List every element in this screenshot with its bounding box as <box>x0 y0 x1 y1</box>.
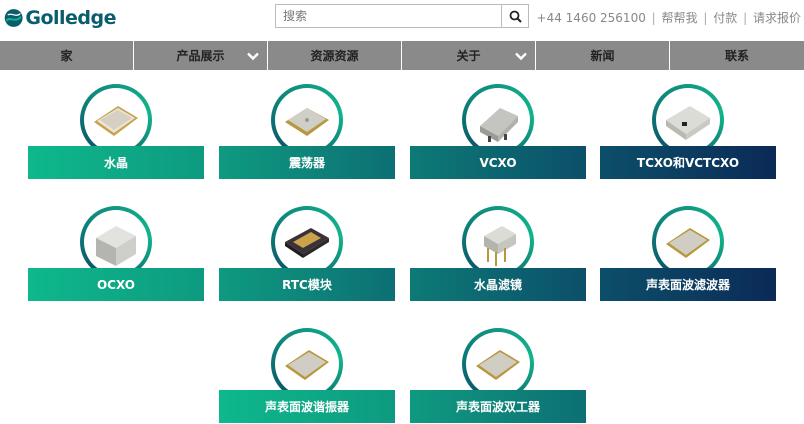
header: Golledge +44 1460 256100 | 帮帮我 | 付款 | 请求… <box>0 0 804 40</box>
rtc-module-icon <box>285 228 329 258</box>
product-label: 水晶滤镜 <box>410 268 586 301</box>
chevron-down-icon[interactable] <box>247 50 259 62</box>
separator: | <box>651 11 656 25</box>
product-tile-crystal-filter[interactable]: 水晶滤镜 <box>410 206 586 316</box>
product-tile-tcxo[interactable]: TCXO和VCTCXO <box>600 84 776 194</box>
oscillator-icon <box>285 108 329 136</box>
nav-item-label: 资源资源 <box>310 49 359 63</box>
logo-mark-icon <box>4 9 23 27</box>
product-tile-rtc-module[interactable]: RTC模块 <box>219 206 395 316</box>
quote-link[interactable]: 请求报价 <box>753 11 801 25</box>
product-tile-saw-filter[interactable]: 声表面波滤波器 <box>600 206 776 316</box>
ocxo-icon <box>96 226 136 266</box>
chevron-down-icon[interactable] <box>515 50 527 62</box>
smd-crystal-icon <box>94 106 138 136</box>
saw-duplexer-icon <box>476 350 520 380</box>
search-box <box>275 4 529 28</box>
crystal-filter-icon <box>484 226 516 266</box>
nav-item-label: 新闻 <box>590 49 615 63</box>
separator: | <box>743 11 748 25</box>
logo-text: Golledge <box>25 7 116 29</box>
product-label: RTC模块 <box>219 268 395 301</box>
saw-resonator-icon <box>285 350 329 380</box>
nav-item-about[interactable]: 关于 <box>402 41 536 70</box>
nav-item-products[interactable]: 产品展示 <box>134 41 268 70</box>
product-label: 水晶 <box>28 146 204 179</box>
search-button[interactable] <box>501 4 529 28</box>
tcxo-icon <box>666 106 710 140</box>
product-tile-saw-resonator[interactable]: 声表面波谐振器 <box>219 328 395 424</box>
nav-item-resources[interactable]: 资源资源 <box>268 41 402 70</box>
pay-link[interactable]: 付款 <box>713 11 737 25</box>
product-tile-saw-duplexer[interactable]: 声表面波双工器 <box>410 328 586 424</box>
product-label: 声表面波双工器 <box>410 390 586 423</box>
nav-item-label: 联系 <box>724 49 749 63</box>
nav-item-contact[interactable]: 联系 <box>670 41 804 70</box>
product-label: VCXO <box>410 146 586 179</box>
nav-item-news[interactable]: 新闻 <box>536 41 670 70</box>
product-label: TCXO和VCTCXO <box>600 146 776 179</box>
product-label: OCXO <box>28 268 204 301</box>
product-tile-vcxo[interactable]: VCXO <box>410 84 586 194</box>
help-link[interactable]: 帮帮我 <box>662 11 698 25</box>
nav-item-label: 产品展示 <box>176 49 225 63</box>
product-tile-oscillators[interactable]: 震荡器 <box>219 84 395 194</box>
search-icon <box>509 10 522 23</box>
vcxo-icon <box>480 108 518 142</box>
nav-item-home[interactable]: 家 <box>0 41 134 70</box>
search-input[interactable] <box>275 4 501 28</box>
saw-filter-icon <box>666 228 710 258</box>
top-links: +44 1460 256100 | 帮帮我 | 付款 | 请求报价 <box>537 9 801 26</box>
product-label: 声表面波滤波器 <box>600 268 776 301</box>
logo[interactable]: Golledge <box>4 3 116 33</box>
separator: | <box>703 11 708 25</box>
main-nav: 家 产品展示 资源资源 关于 新闻 联系 <box>0 41 804 70</box>
product-label: 震荡器 <box>219 146 395 179</box>
nav-item-label: 关于 <box>456 49 481 63</box>
product-tile-crystals[interactable]: 水晶 <box>28 84 204 194</box>
nav-item-label: 家 <box>60 49 73 63</box>
phone-link[interactable]: +44 1460 256100 <box>537 11 646 25</box>
product-tile-ocxo[interactable]: OCXO <box>28 206 204 316</box>
product-label: 声表面波谐振器 <box>219 390 395 423</box>
